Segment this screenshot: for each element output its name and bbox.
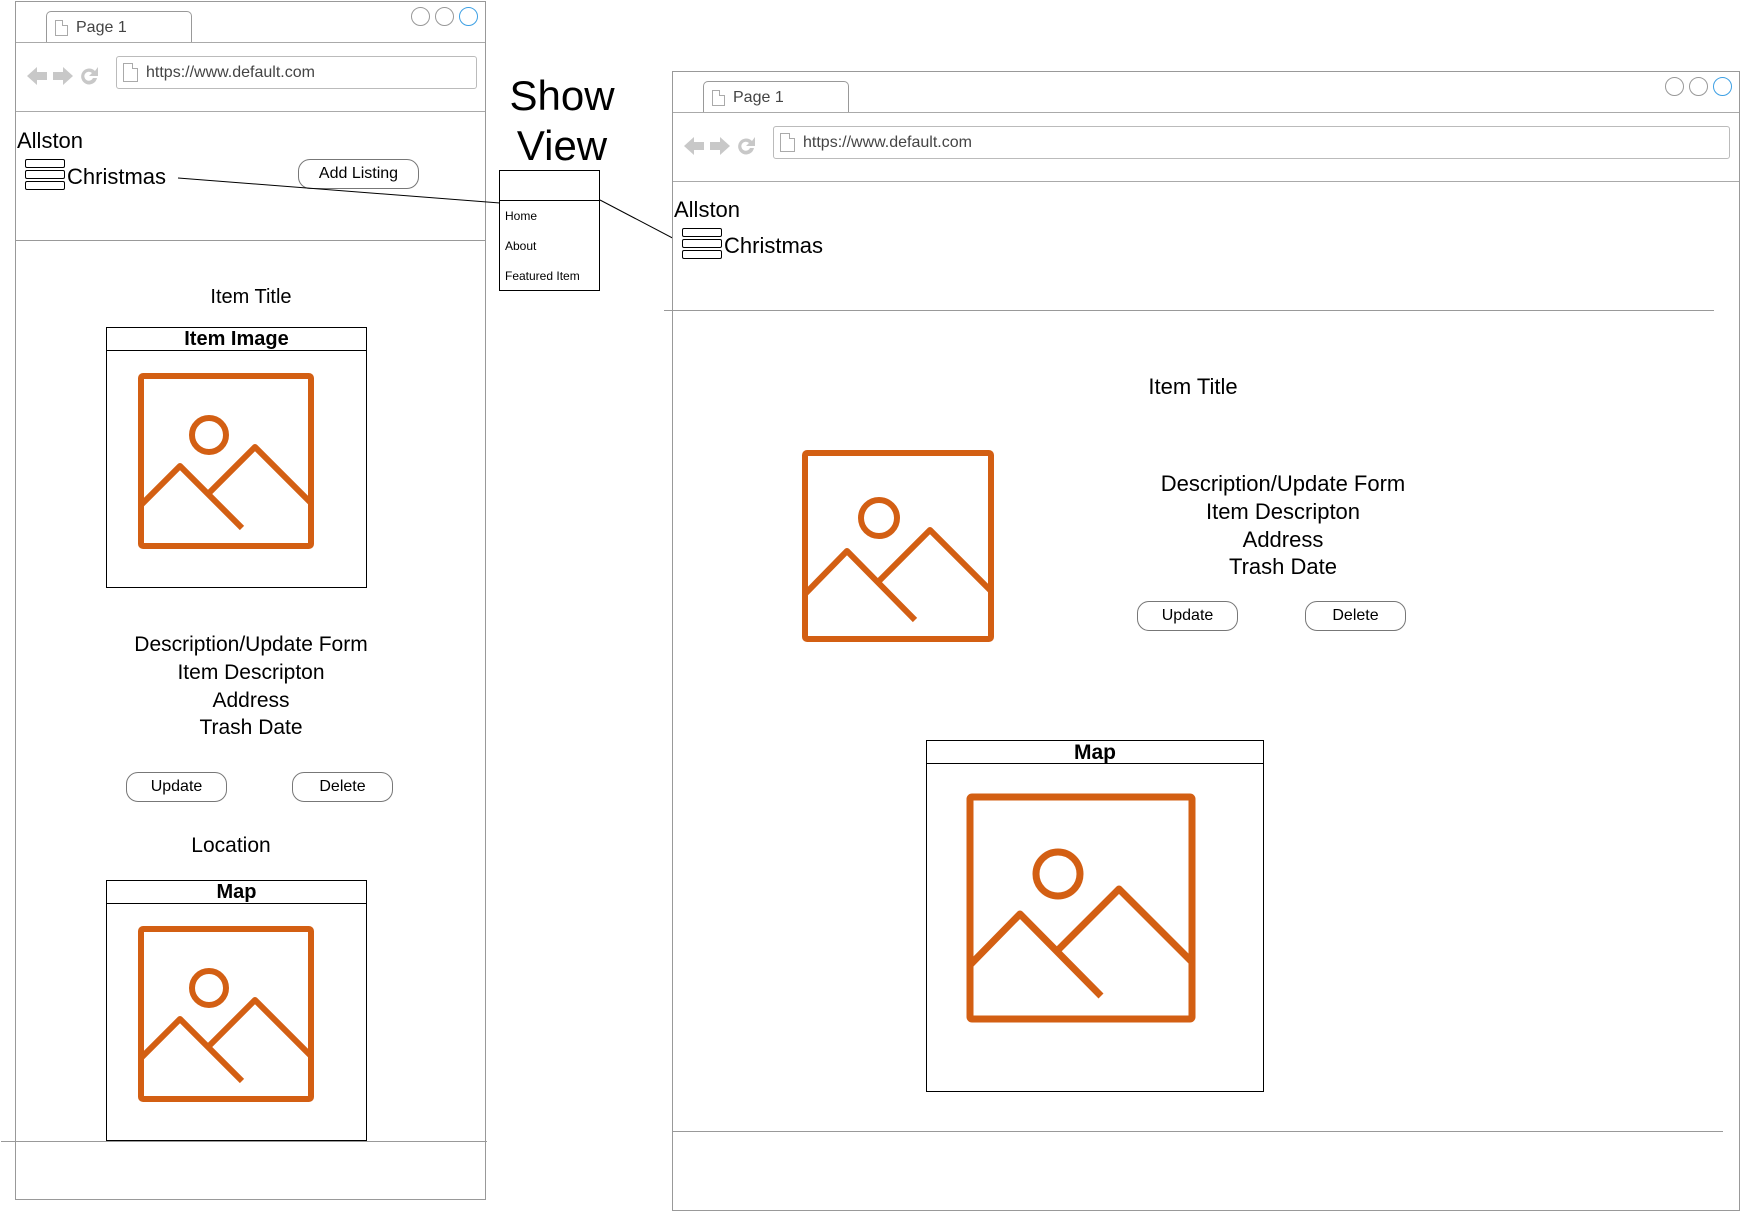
url-text: https://www.default.com: [803, 133, 972, 151]
back-arrow-icon[interactable]: [683, 135, 705, 157]
map-frame: Map: [926, 740, 1264, 1092]
page-icon: [780, 133, 795, 152]
browser-tab[interactable]: Page 1: [703, 81, 849, 113]
hamburger-menu-icon[interactable]: [682, 228, 722, 261]
tab-label: Page 1: [733, 88, 784, 106]
brand-label[interactable]: Allston: [674, 197, 740, 223]
trash-date-label: Trash Date: [1228, 554, 1337, 579]
right-browser-window: Page 1 https://www.default.com Allston C…: [664, 71, 1740, 1211]
map-label: Map: [927, 741, 1263, 764]
delete-button[interactable]: Delete: [1305, 601, 1406, 631]
address-bar[interactable]: https://www.default.com: [773, 126, 1730, 159]
site-title: Christmas: [724, 233, 824, 258]
item-description-label: Item Descripton: [1205, 499, 1361, 524]
page-icon: [712, 89, 725, 106]
forward-arrow-icon[interactable]: [709, 135, 731, 157]
window-control-circle[interactable]: [1689, 77, 1708, 96]
tab-bar-divider: [673, 112, 1739, 113]
update-button[interactable]: Update: [1137, 601, 1238, 631]
nav-controls: [683, 135, 757, 157]
item-image-placeholder-icon: [802, 450, 994, 642]
map-placeholder-icon: [966, 793, 1196, 1023]
item-title: Item Title: [1148, 374, 1238, 399]
form-heading: Description/Update Form: [1160, 471, 1406, 496]
window-control-circle[interactable]: [1665, 77, 1684, 96]
toolbar-divider: [673, 181, 1739, 182]
address-label: Address: [1242, 527, 1324, 552]
window-control-circle-active[interactable]: [1713, 77, 1732, 96]
header-divider: [664, 310, 1714, 311]
footer-divider: [673, 1131, 1723, 1132]
reload-icon[interactable]: [735, 135, 757, 157]
